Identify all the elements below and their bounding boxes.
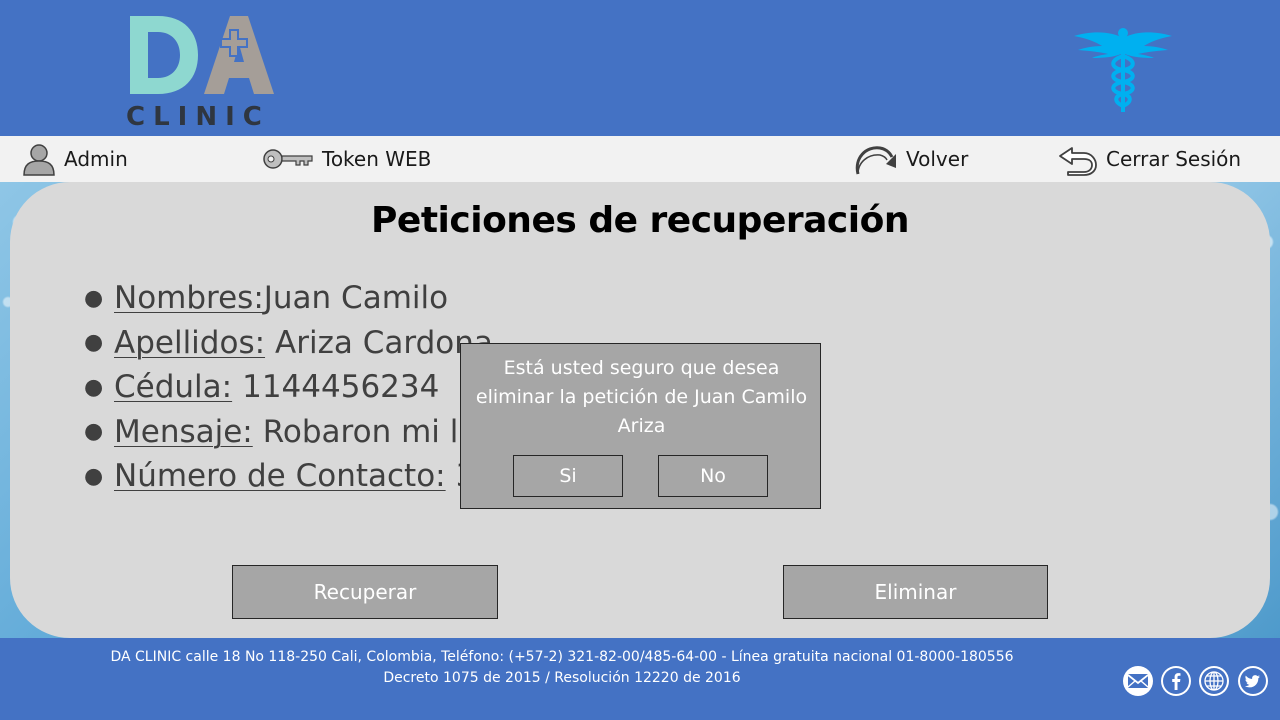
confirm-no-button[interactable]: No: [658, 455, 768, 497]
header: CLINIC: [0, 0, 1280, 136]
nav-admin-label: Admin: [64, 147, 128, 171]
nav-cerrar-label: Cerrar Sesión: [1106, 147, 1242, 171]
nav-token-web[interactable]: Token WEB: [262, 136, 431, 182]
detail-contacto: ● Número de Contacto: 3: [84, 454, 493, 499]
mail-icon[interactable]: [1123, 666, 1153, 696]
facebook-icon[interactable]: [1161, 666, 1191, 696]
navbar: Admin Token WEB Volver Cerrar Sesión: [0, 136, 1280, 182]
detail-value: 1144456234: [242, 369, 440, 406]
confirm-delete-dialog: Está usted seguro que desea eliminar la …: [460, 343, 821, 509]
footer: DA CLINIC calle 18 No 118-250 Cali, Colo…: [0, 638, 1280, 720]
recuperar-button[interactable]: Recuperar: [232, 565, 498, 619]
nav-volver[interactable]: Volver: [852, 136, 968, 182]
nav-token-label: Token WEB: [322, 147, 432, 171]
twitter-icon[interactable]: [1238, 666, 1268, 696]
detail-apellidos: ● Apellidos: Ariza Cardona: [84, 321, 493, 366]
redo-arrow-icon: [855, 146, 896, 175]
detail-label: Apellidos:: [114, 324, 266, 361]
detail-mensaje: ● Mensaje: Robaron mi la: [84, 410, 493, 455]
user-icon: [23, 144, 55, 176]
nav-volver-label: Volver: [906, 147, 969, 171]
nav-cerrar-sesion[interactable]: Cerrar Sesión: [1058, 136, 1241, 182]
detail-cedula: ● Cédula: 1144456234: [84, 365, 493, 410]
footer-legal: Decreto 1075 de 2015 / Resolución 12220 …: [383, 670, 741, 686]
globe-icon[interactable]: [1199, 666, 1229, 696]
nav-admin[interactable]: Admin: [22, 136, 128, 182]
footer-address: DA CLINIC calle 18 No 118-250 Cali, Colo…: [110, 649, 1014, 665]
confirm-yes-button[interactable]: Si: [513, 455, 623, 497]
bullet-icon: ●: [84, 463, 104, 489]
bullet-icon: ●: [84, 285, 104, 311]
da-clinic-logo[interactable]: CLINIC: [126, 10, 276, 132]
detail-label: Mensaje:: [114, 413, 253, 450]
da-logo-mark: [130, 16, 274, 94]
dialog-message: Está usted seguro que desea eliminar la …: [475, 357, 808, 437]
bullet-icon: ●: [84, 374, 104, 400]
request-details-list: ● Nombres: Juan Camilo ● Apellidos: Ariz…: [84, 276, 493, 499]
caduceus-icon: [1072, 24, 1174, 114]
detail-label: Cédula:: [114, 369, 233, 406]
bullet-icon: ●: [84, 330, 104, 356]
key-icon: [263, 149, 313, 169]
detail-value: Robaron mi la: [262, 413, 478, 450]
detail-label: Nombres:: [114, 280, 264, 317]
logo-clinic-text: CLINIC: [126, 102, 270, 132]
eliminar-button[interactable]: Eliminar: [783, 565, 1048, 619]
detail-nombres: ● Nombres: Juan Camilo: [84, 276, 493, 321]
bullet-icon: ●: [84, 419, 104, 445]
undo-arrow-icon: [1059, 147, 1097, 176]
detail-label: Número de Contacto:: [114, 458, 446, 495]
detail-value: Juan Camilo: [263, 280, 449, 317]
page-title: Peticiones de recuperación: [371, 200, 909, 241]
